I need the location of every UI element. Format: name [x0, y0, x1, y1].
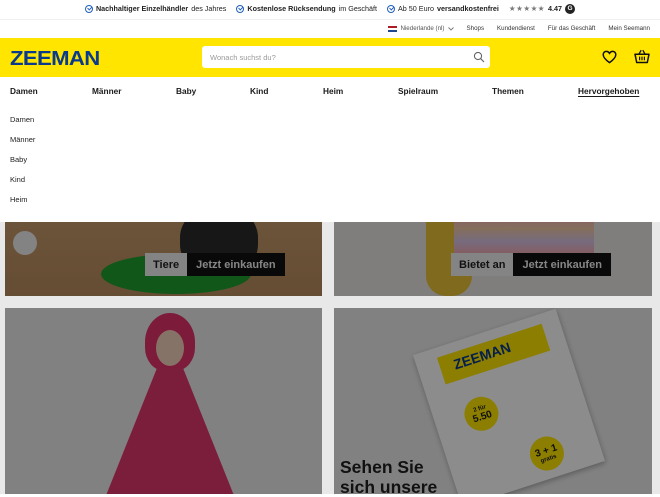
nav-item-heim[interactable]: Heim — [323, 86, 343, 96]
zeeman-logo[interactable]: ZEEMAN — [10, 47, 100, 71]
nav-item-hervorgehoben[interactable]: Hervorgehoben — [578, 86, 639, 96]
brochure-title[interactable]: Sehen Sie sich unsere — [340, 457, 437, 497]
dropdown-item-baby[interactable]: Baby — [10, 155, 27, 164]
nav-item-spielraum[interactable]: Spielraum — [398, 86, 438, 96]
usp-sustainable-rest: des Jahres — [191, 4, 227, 13]
usp-shipping-bold: versandkostenfrei — [436, 4, 499, 13]
language-label: Niederlande (nl) — [400, 25, 445, 32]
link-business[interactable]: Für das Geschäft — [548, 25, 595, 32]
google-rating-icon: G — [565, 3, 576, 14]
nav-item-kind[interactable]: Kind — [250, 86, 268, 96]
usp-sustainable-bold: Nachhaltiger Einzelhändler — [95, 4, 189, 13]
nav-item-maenner[interactable]: Männer — [92, 86, 122, 96]
usp-free-shipping: Ab 50 Euro versandkostenfrei — [387, 4, 499, 13]
basket-icon[interactable] — [634, 49, 650, 64]
chevron-down-icon — [447, 26, 454, 31]
language-selector[interactable]: Niederlande (nl) — [388, 25, 454, 32]
overlay-dim — [5, 308, 322, 494]
nav-dropdown: Damen Männer Baby Kind Heim — [0, 106, 660, 222]
brochure-title-line2: sich unsere — [340, 477, 438, 497]
usp-shipping-pre: Ab 50 Euro — [398, 4, 434, 13]
dropdown-item-heim[interactable]: Heim — [10, 195, 28, 204]
usp-bar: Nachhaltiger Einzelhändler des Jahres Ko… — [0, 0, 660, 17]
usp-sustainable: Nachhaltiger Einzelhändler des Jahres — [84, 4, 227, 13]
heart-icon[interactable] — [602, 50, 617, 64]
link-my-account[interactable]: Mein Seemann — [608, 25, 650, 32]
check-circle-icon — [387, 4, 396, 13]
brochure-title-line1: Sehen Sie — [340, 457, 424, 477]
search-icon[interactable] — [473, 51, 485, 63]
rainwear-card[interactable] — [5, 308, 322, 494]
usp-free-returns: Kostenlose Rücksendung im Geschäft — [236, 4, 377, 13]
main-nav: Damen Männer Baby Kind Heim Spielraum Th… — [0, 77, 660, 106]
rating-widget[interactable]: ★★★★★ 4.47 G — [508, 3, 576, 14]
nav-item-damen[interactable]: Damen — [10, 86, 38, 96]
dropdown-item-kind[interactable]: Kind — [10, 175, 25, 184]
dropdown-item-maenner[interactable]: Männer — [10, 135, 35, 144]
service-bar: Niederlande (nl) Shops Kundendienst Für … — [0, 19, 660, 37]
nav-item-baby[interactable]: Baby — [176, 86, 196, 96]
search-input[interactable] — [210, 52, 460, 62]
check-circle-icon — [236, 4, 245, 13]
netherlands-flag-icon — [388, 25, 398, 32]
nav-item-themen[interactable]: Themen — [492, 86, 524, 96]
search-box — [202, 46, 490, 68]
link-customer-service[interactable]: Kundendienst — [497, 25, 535, 32]
dropdown-item-damen[interactable]: Damen — [10, 115, 34, 124]
rating-stars: ★★★★★ — [508, 4, 546, 13]
usp-returns-rest: im Geschäft — [338, 4, 378, 13]
link-shops[interactable]: Shops — [467, 25, 485, 32]
check-circle-icon — [84, 4, 93, 13]
rating-value: 4.47 — [548, 4, 563, 13]
header: ZEEMAN — [0, 38, 660, 77]
usp-returns-bold: Kostenlose Rücksendung — [247, 4, 336, 13]
